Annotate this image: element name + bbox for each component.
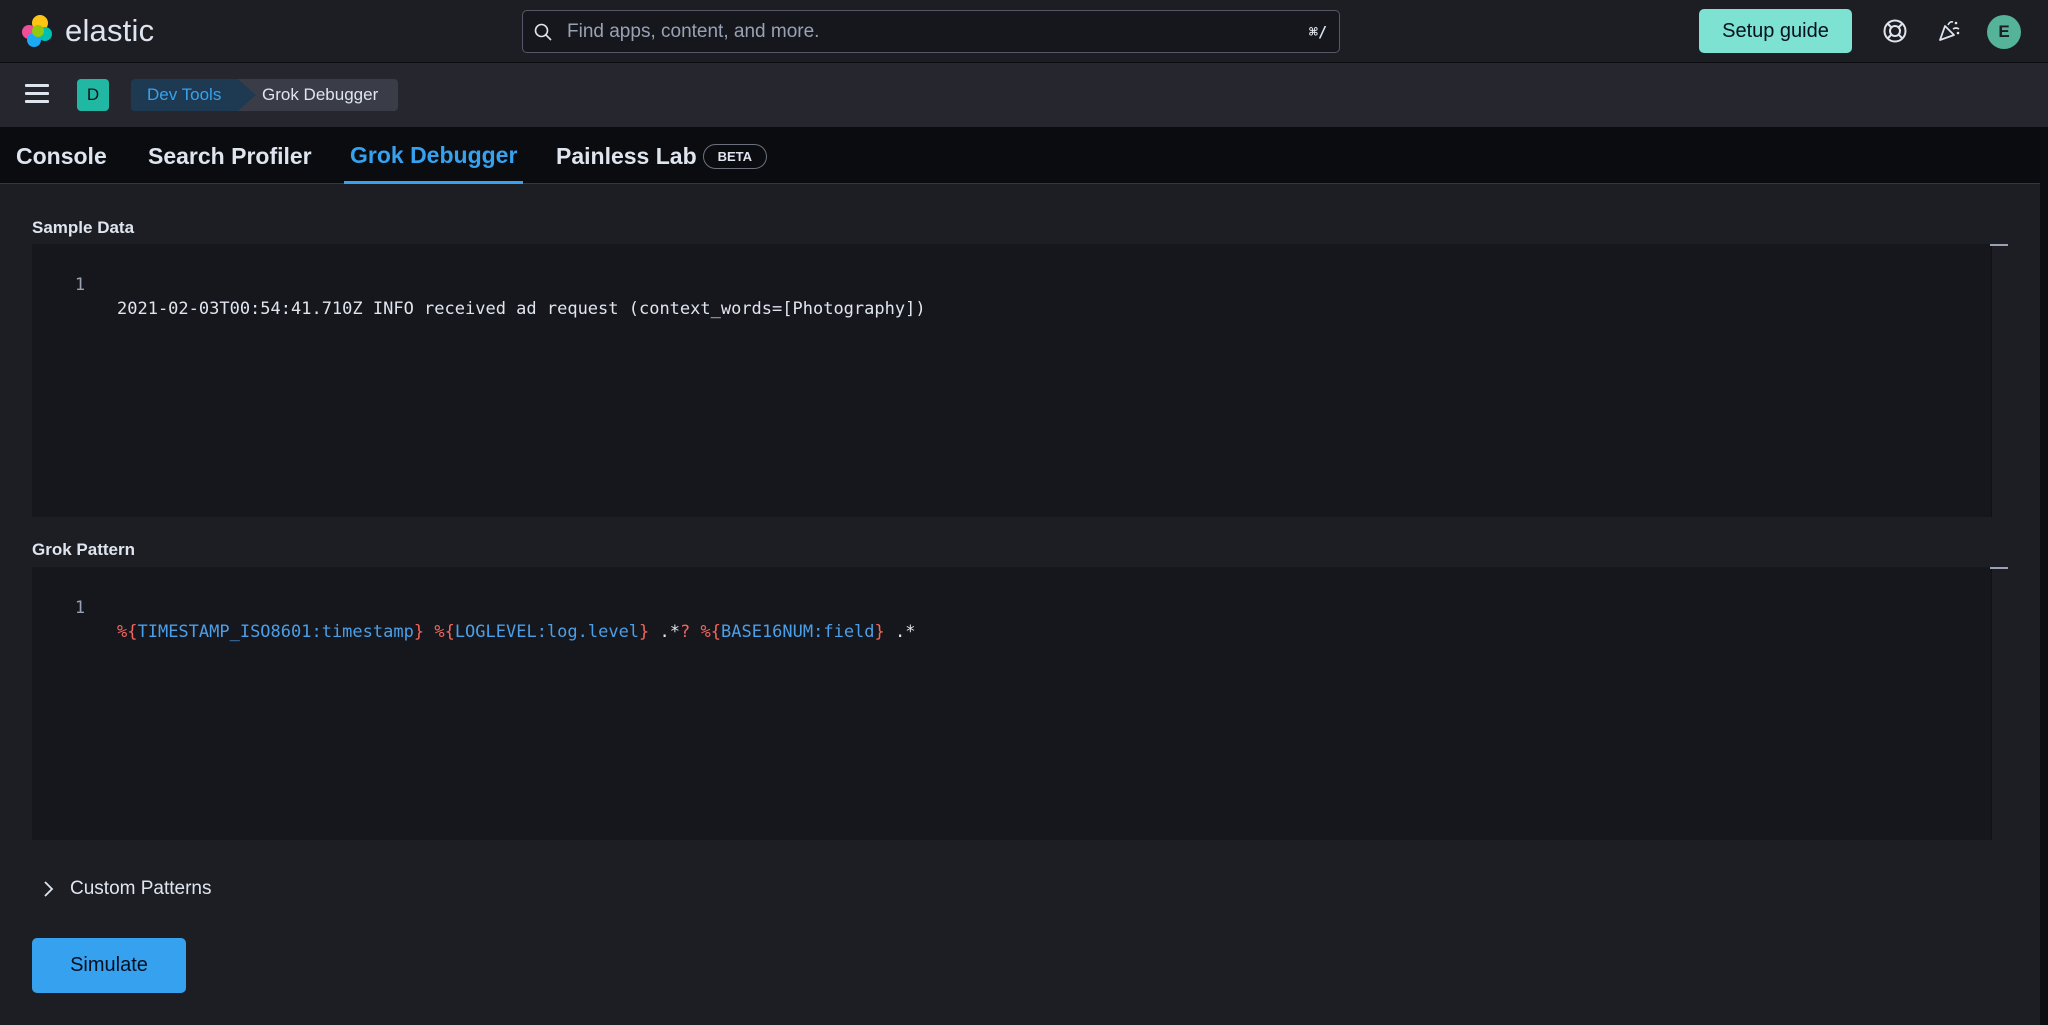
- window-edge: [2040, 129, 2048, 1025]
- dev-tools-tabs: Console Search Profiler Grok Debugger Pa…: [0, 129, 2040, 184]
- grok-token: .*: [649, 622, 681, 642]
- grok-token: %{: [434, 622, 455, 642]
- global-header: elastic Find apps, content, and more. ⌘/…: [0, 0, 2048, 63]
- custom-patterns-label: Custom Patterns: [70, 878, 212, 899]
- line-number: 1: [74, 275, 86, 295]
- global-search-input[interactable]: Find apps, content, and more. ⌘/: [522, 10, 1340, 53]
- grok-token: [690, 622, 700, 642]
- sample-data-label: Sample Data: [32, 218, 135, 237]
- grok-pattern-editor[interactable]: 1 %{TIMESTAMP_ISO8601:timestamp} %{LOGLE…: [32, 567, 2009, 840]
- grok-debugger-panel: Sample Data 1 2021-02-03T00:54:41.710Z I…: [0, 184, 2040, 1025]
- editor-scrollbar[interactable]: [1991, 244, 2009, 517]
- breadcrumb-bar: D Dev Tools Grok Debugger: [0, 63, 2048, 129]
- sample-data-editor[interactable]: 1 2021-02-03T00:54:41.710Z INFO received…: [32, 244, 2009, 517]
- breadcrumb-dev-tools[interactable]: Dev Tools: [131, 79, 259, 111]
- elastic-logo[interactable]: elastic: [20, 13, 154, 49]
- breadcrumb-grok-debugger: Grok Debugger: [238, 79, 398, 111]
- search-shortcut-hint: ⌘/: [1308, 22, 1327, 41]
- editor-line: 1 2021-02-03T00:54:41.710Z INFO received…: [32, 249, 926, 345]
- grok-token: }: [639, 622, 650, 642]
- grok-token: ?: [680, 622, 691, 642]
- grok-token: [424, 622, 434, 642]
- menu-toggle-icon[interactable]: [25, 84, 49, 104]
- grok-pattern-text: %{TIMESTAMP_ISO8601:timestamp} %{LOGLEVE…: [117, 620, 916, 644]
- simulate-button[interactable]: Simulate: [32, 938, 186, 993]
- newsfeed-icon[interactable]: [1933, 15, 1965, 47]
- grok-token: .*: [884, 622, 916, 642]
- grok-token: }: [413, 622, 425, 642]
- editor-scrollbar[interactable]: [1991, 567, 2009, 840]
- custom-patterns-toggle[interactable]: Custom Patterns: [38, 878, 212, 900]
- sample-data-text: 2021-02-03T00:54:41.710Z INFO received a…: [117, 299, 926, 319]
- help-icon[interactable]: [1879, 15, 1911, 47]
- tab-label: Search Profiler: [148, 143, 312, 169]
- tab-label: Painless Lab: [556, 143, 697, 169]
- search-icon: [534, 23, 552, 41]
- grok-pattern-label: Grok Pattern: [32, 540, 135, 559]
- grok-token: TIMESTAMP_ISO8601:timestamp: [137, 622, 414, 642]
- user-avatar[interactable]: E: [1987, 15, 2021, 49]
- logo-text: elastic: [65, 13, 155, 48]
- scrollbar-marker: [1990, 244, 2008, 246]
- grok-token: }: [874, 622, 885, 642]
- grok-token: BASE16NUM:field: [721, 622, 875, 642]
- editor-line: 1 %{TIMESTAMP_ISO8601:timestamp} %{LOGLE…: [32, 572, 916, 668]
- tab-console[interactable]: Console: [10, 129, 113, 184]
- elastic-logo-icon: [22, 15, 52, 47]
- tab-label: Console: [16, 143, 107, 169]
- scrollbar-marker: [1990, 567, 2008, 569]
- grok-token: %{: [700, 622, 721, 642]
- tab-painless-lab[interactable]: Painless Lab BETA: [550, 129, 773, 184]
- setup-guide-button[interactable]: Setup guide: [1699, 9, 1852, 53]
- chevron-right-icon: [44, 881, 54, 897]
- tab-grok-debugger[interactable]: Grok Debugger: [344, 129, 524, 184]
- search-placeholder: Find apps, content, and more.: [567, 20, 820, 42]
- line-number: 1: [74, 598, 86, 618]
- grok-token: LOGLEVEL:log.level: [454, 622, 640, 642]
- beta-badge: BETA: [702, 144, 768, 169]
- tab-search-profiler[interactable]: Search Profiler: [142, 129, 318, 184]
- grok-token: %{: [117, 622, 138, 642]
- space-avatar[interactable]: D: [77, 79, 109, 111]
- tab-label: Grok Debugger: [350, 141, 518, 168]
